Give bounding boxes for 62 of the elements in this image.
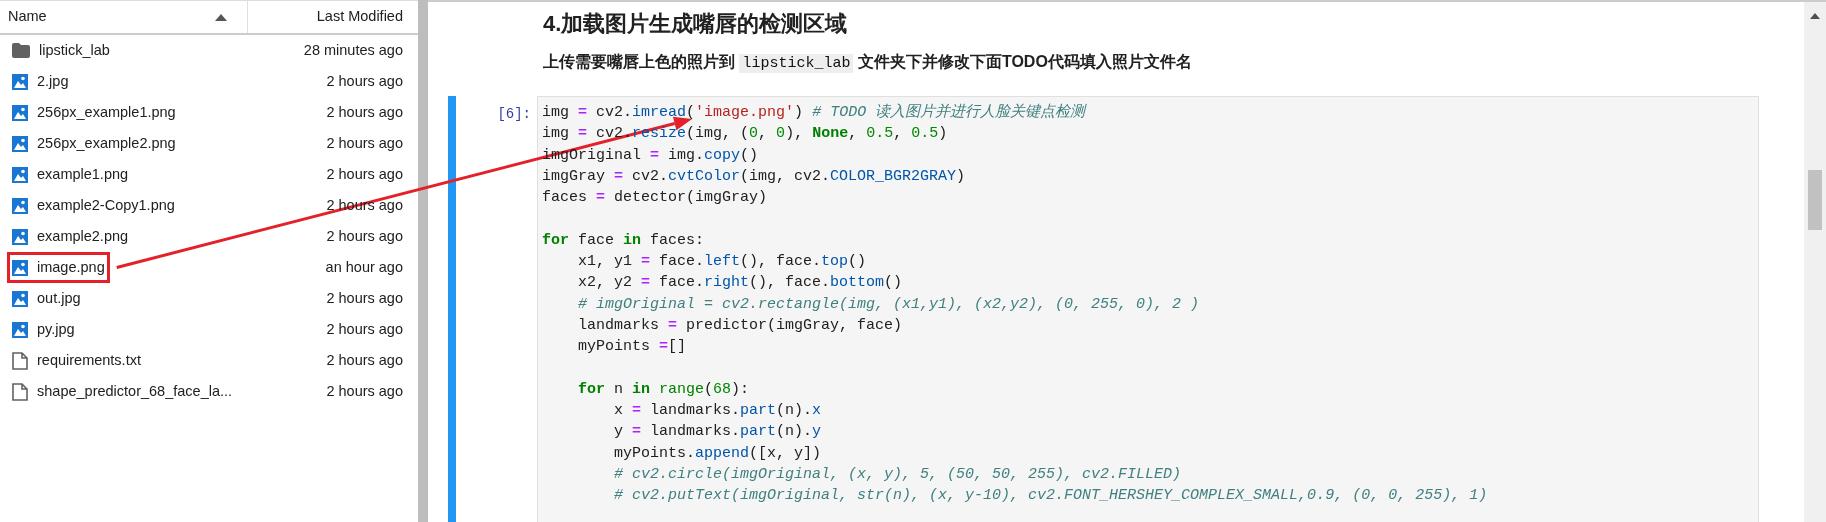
code-line: x2, y2 = face.right(), face.bottom(): [577, 273, 903, 294]
code-editor[interactable]: [537, 96, 1759, 522]
file-name[interactable]: 256px_example2.png: [37, 132, 176, 155]
modified-time: 2 hours ago: [326, 381, 403, 401]
image-icon: [12, 104, 28, 121]
image-icon: [12, 166, 28, 183]
code-line: y = landmarks.part(n).y: [613, 422, 822, 443]
code-line: # cv2.circle(imgOriginal, (x, y), 5, (50, 50, 255), cv2.FILLED): [613, 465, 1182, 486]
modified-time: an hour ago: [325, 257, 403, 277]
image-icon: [12, 259, 28, 276]
name-column-header[interactable]: Name: [8, 6, 47, 28]
scroll-up-icon[interactable]: [1810, 12, 1820, 20]
file-name[interactable]: out.jpg: [37, 287, 81, 310]
code-line: x1, y1 = face.left(), face.top(): [577, 252, 867, 273]
modified-time: 2 hours ago: [326, 226, 403, 246]
code-line: faces = detector(imgGray): [542, 188, 768, 209]
file-name[interactable]: example2.png: [37, 225, 129, 248]
code-line: imgGray = cv2.cvtColor(img, cv2.COLOR_BGR2GRAY): [542, 166, 966, 187]
file-name[interactable]: image.png: [37, 256, 105, 279]
modified-time: 2 hours ago: [326, 288, 403, 308]
code-line: # cv2.putText(imgOriginal, str(n), (x, y-10), cv2.FONT_HERSHEY_COMPLEX_SMALL,0.9, (0, 0, 255), 1): [613, 486, 1488, 507]
modified-time: 2 hours ago: [326, 102, 403, 122]
image-icon: [12, 228, 28, 245]
folder-icon: [12, 43, 30, 58]
modified-column-header[interactable]: Last Modified: [316, 6, 403, 28]
image-icon: [12, 197, 28, 214]
modified-time: 2 hours ago: [326, 350, 403, 370]
instruction-text: 上传需要嘴唇上色的照片到 lipstick_lab 文件夹下并修改下面TODO代码填入照片文件名: [543, 52, 1193, 75]
modified-time: 2 hours ago: [326, 71, 403, 91]
code-line: imgOriginal = img.copy(): [542, 145, 759, 166]
file-name[interactable]: example1.png: [37, 163, 129, 186]
image-icon: [12, 321, 28, 338]
file-name[interactable]: shape_predictor_68_face_la...: [37, 380, 233, 403]
file-name[interactable]: lipstick_lab: [39, 39, 110, 62]
sort-ascending-icon[interactable]: [215, 13, 227, 21]
code-line: x = landmarks.part(n).x: [613, 401, 822, 422]
code-line: # imgOriginal = cv2.rectangle(img, (x1,y1), (x2,y2), (0, 255, 0), 2 ): [577, 294, 1200, 315]
code-line: for face in faces:: [542, 230, 705, 251]
file-icon: [12, 351, 28, 370]
file-name[interactable]: py.jpg: [37, 318, 75, 341]
scroll-thumb[interactable]: [1808, 170, 1822, 230]
file-name[interactable]: 2.jpg: [37, 70, 69, 93]
cell-prompt: [6]:: [496, 105, 532, 124]
code-line: img = cv2.imread('image.png') # TODO 读入图片并进行人脸关键点检测: [542, 102, 1086, 123]
file-name[interactable]: 256px_example1.png: [37, 101, 176, 124]
code-line: for n in range(68):: [577, 379, 750, 400]
modified-time: 2 hours ago: [326, 164, 403, 184]
modified-time: 28 minutes ago: [303, 40, 403, 60]
modified-time: 2 hours ago: [326, 133, 403, 153]
image-icon: [12, 290, 28, 307]
notebook-heading: 4.加载图片生成嘴唇的检测区域: [543, 10, 849, 38]
file-name[interactable]: requirements.txt: [37, 349, 141, 372]
file-icon: [12, 382, 28, 401]
modified-time: 2 hours ago: [326, 319, 403, 339]
image-icon: [12, 73, 28, 90]
code-line: myPoints.append([x, y]): [613, 443, 822, 464]
image-icon: [12, 135, 28, 152]
code-line: myPoints =[]: [577, 337, 687, 358]
code-line: landmarks = predictor(imgGray, face): [577, 315, 903, 336]
file-name[interactable]: example2-Copy1.png: [37, 194, 175, 217]
code-line: img = cv2.resize(img, (0, 0), None, 0.5, 0.5): [542, 124, 948, 145]
scrollbar[interactable]: [1804, 0, 1826, 522]
